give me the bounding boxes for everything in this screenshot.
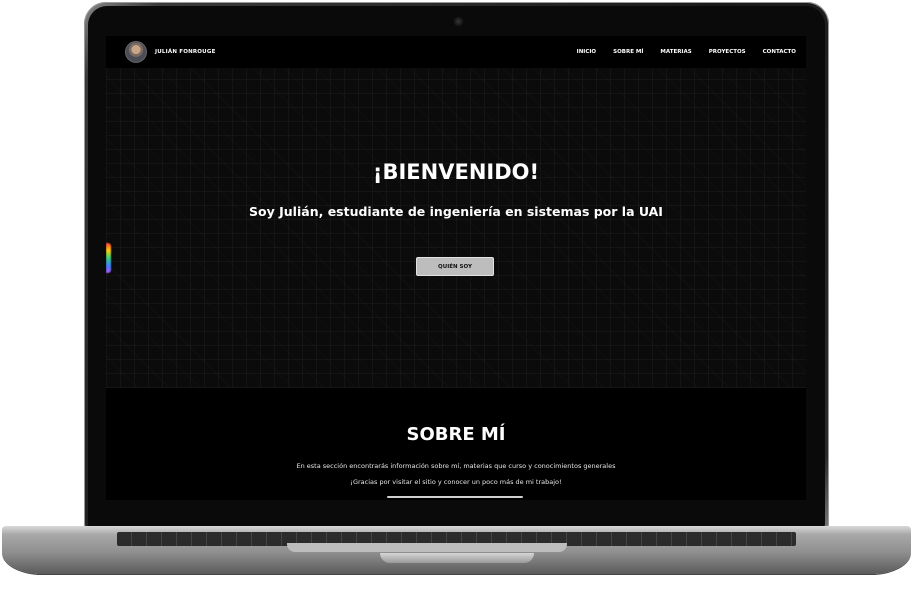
avatar [125,41,147,63]
laptop-screen: JULIÁN FONROUGE INICIO SOBRE MÍ MATERIAS… [106,36,806,500]
brand-name: JULIÁN FONROUGE [155,49,216,55]
laptop-mockup: JULIÁN FONROUGE INICIO SOBRE MÍ MATERIAS… [0,0,913,612]
about-section: SOBRE MÍ En esta sección encontrarás inf… [106,388,806,500]
about-description: En esta sección encontrarás información … [296,462,616,470]
camera-icon [454,17,463,26]
hinge-notch [287,543,567,552]
hero-title: ¡BIENVENIDO! [372,160,540,184]
nav-link-materias[interactable]: MATERIAS [660,49,691,55]
hero-section: ¡BIENVENIDO! Soy Julián, estudiante de i… [106,68,806,388]
hero-subtitle: Soy Julián, estudiante de ingeniería en … [249,204,663,219]
section-divider [387,496,523,498]
nav-link-inicio[interactable]: INICIO [577,49,596,55]
nav-link-proyectos[interactable]: PROYECTOS [709,49,746,55]
quien-soy-button[interactable]: QUIÉN SOY [416,257,494,276]
side-widget-tab[interactable] [106,243,111,273]
trackpad-lip [380,553,534,563]
nav-link-contacto[interactable]: CONTACTO [763,49,796,55]
about-title: SOBRE MÍ [406,424,506,445]
laptop-base [2,526,911,574]
about-thanks: ¡Gracias por visitar el sitio y conocer … [350,478,562,486]
nav-links: INICIO SOBRE MÍ MATERIAS PROYECTOS CONTA… [577,49,796,55]
brand[interactable]: JULIÁN FONROUGE [125,41,216,63]
nav-link-sobre-mi[interactable]: SOBRE MÍ [613,49,643,55]
site-navbar: JULIÁN FONROUGE INICIO SOBRE MÍ MATERIAS… [106,36,806,68]
